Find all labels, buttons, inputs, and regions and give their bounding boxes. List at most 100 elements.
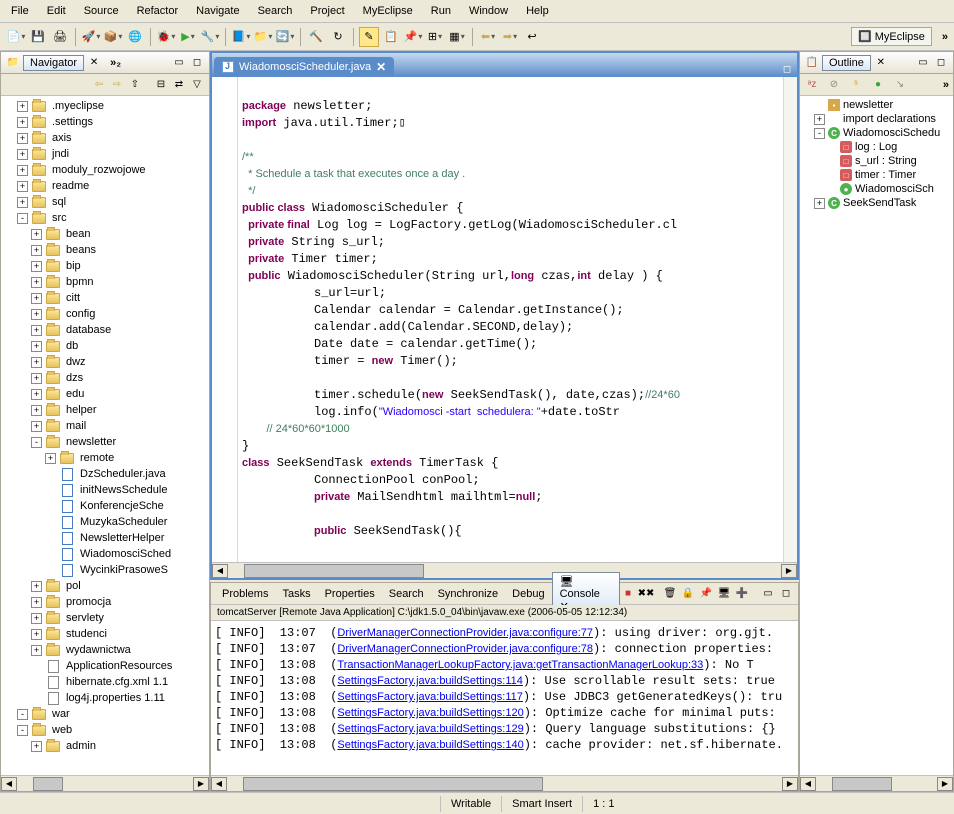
tree-expander[interactable]: + [31,277,42,288]
console-tab-properties[interactable]: Properties [318,586,382,602]
tree-item[interactable]: -src [3,210,207,226]
tree-item[interactable]: +promocja [3,594,207,610]
last-edit-button[interactable]: ↩ [522,27,542,47]
editor-tab[interactable]: WiadomosciScheduler.java ✕ [214,57,394,77]
tree-expander[interactable]: + [31,293,42,304]
terminate-icon[interactable]: ■ [620,586,636,602]
build-button[interactable]: 🔨 [306,27,326,47]
outline-item[interactable]: □log : Log [802,140,951,154]
outline-item[interactable]: ●WiadomosciSch [802,182,951,196]
tree-item[interactable]: +readme [3,178,207,194]
tree-item[interactable]: +.settings [3,114,207,130]
console-maximize-icon[interactable]: ◻ [778,586,794,602]
folding-button[interactable]: ⊞ [425,27,445,47]
console-tab-search[interactable]: Search [382,586,431,602]
remove-launch-icon[interactable]: ✖✖ [638,586,654,602]
menu-run[interactable]: Run [424,2,458,20]
globe-button[interactable]: 🌐 [125,27,145,47]
tree-expander[interactable]: + [31,229,42,240]
hide-static-icon[interactable]: ˢ [848,77,864,93]
editor-hscroll[interactable]: ◀ ▶ [212,562,797,578]
tree-item[interactable]: -newsletter [3,434,207,450]
overflow-chevron[interactable]: » [942,31,948,43]
menu-file[interactable]: File [4,2,36,20]
tree-item[interactable]: +dzs [3,370,207,386]
tree-item[interactable]: +wydawnictwa [3,642,207,658]
tree-expander[interactable]: + [17,117,28,128]
outline-item[interactable]: +▸import declarations [802,112,951,126]
tree-item[interactable]: +config [3,306,207,322]
tree-item[interactable]: +studenci [3,626,207,642]
tree-expander[interactable]: + [31,341,42,352]
tree-item[interactable]: +database [3,322,207,338]
highlight-button[interactable]: ✎ [359,27,379,47]
perspective-switcher[interactable]: 🔲 MyEclipse [851,27,932,46]
tree-expander[interactable]: + [17,181,28,192]
menu-refactor[interactable]: Refactor [130,2,186,20]
tree-item[interactable]: +beans [3,242,207,258]
tree-item[interactable]: +bpmn [3,274,207,290]
tree-item[interactable]: +servlety [3,610,207,626]
tree-expander[interactable]: - [17,725,28,736]
tree-expander[interactable]: + [31,613,42,624]
nav-forward-button[interactable]: ➡ [500,27,520,47]
tree-expander[interactable]: + [17,133,28,144]
tree-expander[interactable]: + [45,453,56,464]
tree-item[interactable]: initNewsSchedule [3,482,207,498]
outline-tab[interactable]: Outline [822,55,871,71]
close-icon[interactable]: ✕ [86,55,102,71]
navigator-tree[interactable]: +.myeclipse+.settings+axis+jndi+moduly_r… [1,96,209,775]
outline-item[interactable]: +CSeekSendTask [802,196,951,210]
tree-expander[interactable]: + [31,581,42,592]
tree-expander[interactable]: + [31,373,42,384]
outline-hscroll[interactable]: ◀▶ [800,775,953,791]
menu-icon[interactable]: ▽ [189,77,205,93]
tree-expander[interactable]: - [17,213,28,224]
tree-expander[interactable]: + [31,245,42,256]
outline-item[interactable]: □s_url : String [802,154,951,168]
toggle-breadcrumb-button[interactable]: 📋 [381,27,401,47]
tree-item[interactable]: hibernate.cfg.xml 1.1 [3,674,207,690]
display-console-icon[interactable]: 🖥 [716,586,732,602]
maximize-icon[interactable]: ◻ [189,55,205,71]
tree-item[interactable]: +.myeclipse [3,98,207,114]
tree-item[interactable]: +sql [3,194,207,210]
tree-expander[interactable]: + [31,389,42,400]
tree-expander[interactable]: + [814,198,825,209]
link-editor-icon[interactable]: ⇄ [171,77,187,93]
tree-item[interactable]: ApplicationResources [3,658,207,674]
annotation-button[interactable]: 📌 [403,27,423,47]
tree-item[interactable]: +axis [3,130,207,146]
tree-expander[interactable]: + [31,629,42,640]
tree-expander[interactable]: + [31,597,42,608]
menu-edit[interactable]: Edit [40,2,73,20]
menu-project[interactable]: Project [303,2,351,20]
sort-icon[interactable]: ᵃz [804,77,820,93]
tree-expander[interactable]: - [17,709,28,720]
outline-tree[interactable]: ▪newsletter+▸import declarations-CWiadom… [800,96,953,775]
tree-expander[interactable]: + [17,197,28,208]
tree-expander[interactable]: + [814,114,825,125]
debug-button[interactable]: 🐞 [156,27,176,47]
tree-item[interactable]: +mail [3,418,207,434]
tree-item[interactable]: +jndi [3,146,207,162]
minimize-icon[interactable]: ▭ [171,55,187,71]
close-icon[interactable]: ✕ [873,55,889,71]
console-hscroll[interactable]: ◀ ▶ [211,775,798,791]
tree-expander[interactable]: + [31,741,42,752]
editor-maximize-icon[interactable]: ◻ [779,61,795,77]
tree-item[interactable]: +edu [3,386,207,402]
tree-expander[interactable]: - [814,128,825,139]
tree-item[interactable]: WycinkiPrasoweS [3,562,207,578]
tree-item[interactable]: +db [3,338,207,354]
close-tab-icon[interactable]: ✕ [376,60,386,74]
pin-console-icon[interactable]: 📌 [698,586,714,602]
tree-item[interactable]: +pol [3,578,207,594]
tree-item[interactable]: log4j.properties 1.11 [3,690,207,706]
hide-local-icon[interactable]: ↘ [892,77,908,93]
console-output[interactable]: [ INFO] 13:07 (DriverManagerConnectionPr… [211,621,798,775]
editor-text-area[interactable]: package newsletter; import java.util.Tim… [238,77,783,562]
tree-expander[interactable]: + [17,149,28,160]
menu-source[interactable]: Source [77,2,126,20]
tree-item[interactable]: -war [3,706,207,722]
